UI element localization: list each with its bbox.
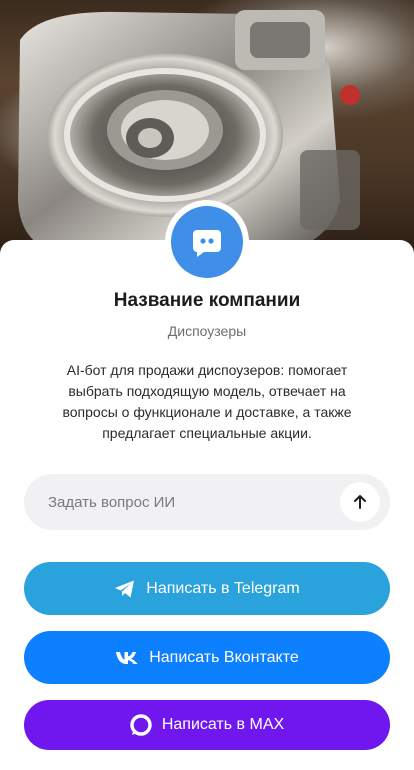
vk-icon: [115, 651, 139, 665]
send-button[interactable]: [340, 482, 380, 522]
write-telegram-button[interactable]: Написать в Telegram: [24, 562, 390, 615]
company-description: AI-бот для продажи диспоузеров: помогает…: [62, 362, 352, 441]
telegram-button-label: Написать в Telegram: [146, 579, 300, 597]
company-name: Название компании: [113, 290, 301, 311]
ai-question-input[interactable]: [48, 474, 348, 530]
write-vk-button[interactable]: Написать Вконтакте: [24, 631, 390, 684]
max-button-label: Написать в MAX: [161, 716, 285, 733]
vk-button-label: Написать Вконтакте: [149, 648, 299, 666]
telegram-icon: [114, 579, 136, 599]
arrow-up-icon: [354, 495, 366, 509]
avatar: [165, 200, 249, 284]
max-icon: [130, 714, 152, 736]
chat-bubble-icon: [193, 230, 221, 257]
avatar-circle: [171, 206, 243, 278]
ai-question-field: [24, 474, 390, 530]
write-max-button[interactable]: Написать в MAX: [24, 700, 390, 750]
company-category: Диспоузеры: [167, 323, 247, 339]
